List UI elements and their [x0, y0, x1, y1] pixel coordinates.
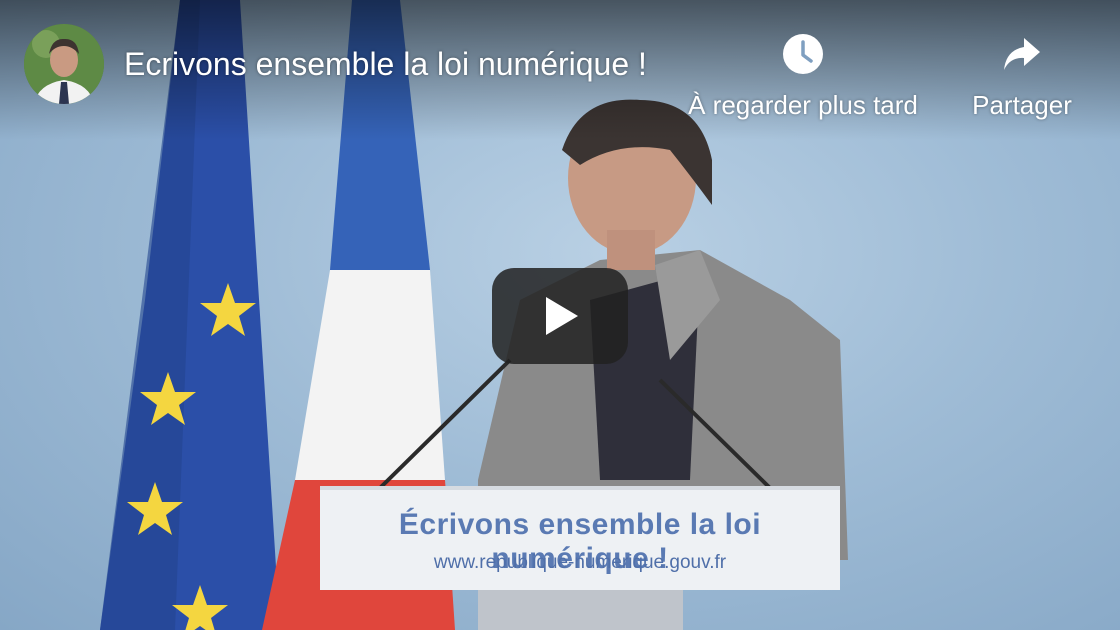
channel-avatar[interactable] — [24, 24, 104, 104]
play-button[interactable] — [492, 268, 628, 364]
clock-icon — [783, 34, 823, 74]
video-player[interactable]: Écrivons ensemble la loi numérique ! www… — [0, 0, 1120, 630]
lectern-sign-url: www.republique-numerique.gouv.fr — [433, 552, 727, 573]
video-title[interactable]: Ecrivons ensemble la loi numérique ! — [124, 46, 684, 83]
share-button[interactable]: Partager — [960, 32, 1084, 121]
play-icon — [546, 297, 578, 335]
video-header: Ecrivons ensemble la loi numérique ! À r… — [0, 0, 1120, 130]
share-arrow-icon — [1004, 38, 1040, 70]
share-label: Partager — [972, 90, 1072, 120]
watch-later-button[interactable]: À regarder plus tard — [678, 32, 928, 121]
person-avatar-icon — [24, 24, 104, 104]
watch-later-label: À regarder plus tard — [688, 90, 918, 120]
